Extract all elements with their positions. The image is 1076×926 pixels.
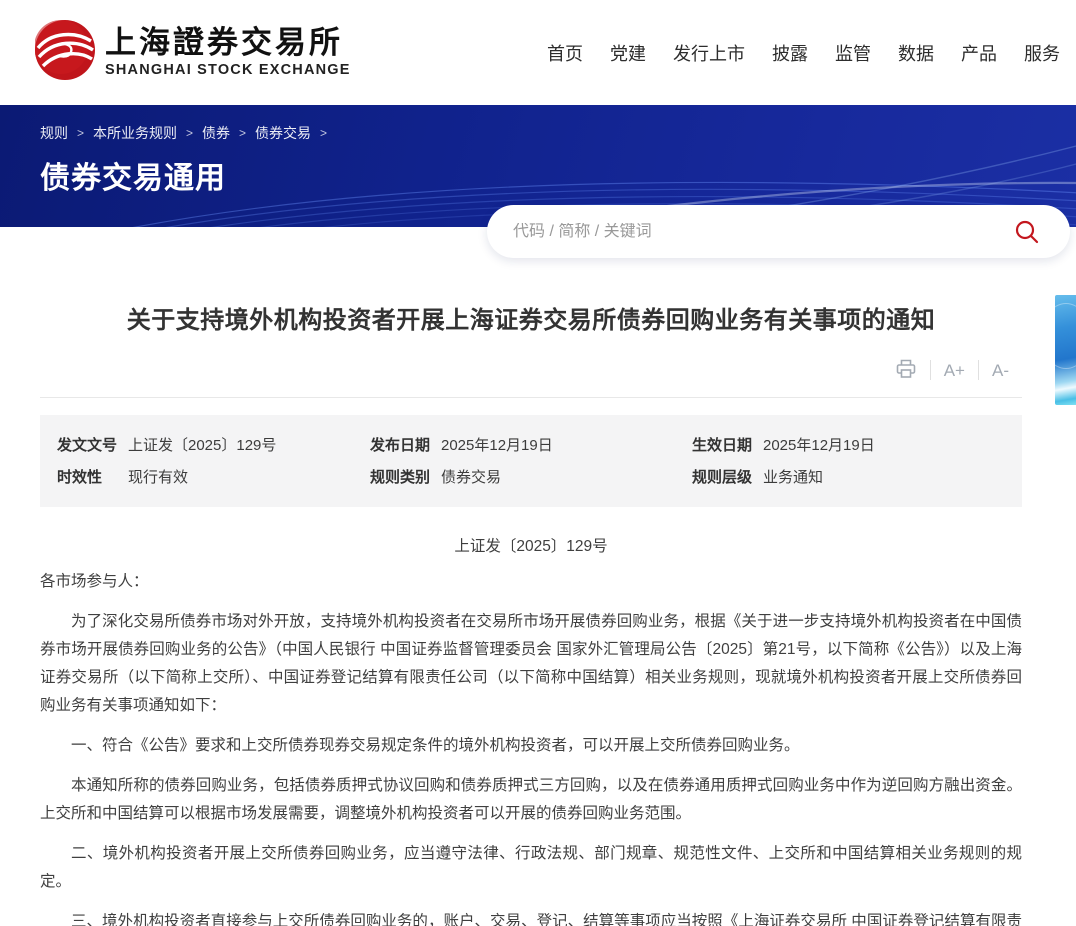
nav-item-products[interactable]: 产品 xyxy=(961,40,997,66)
search-bar xyxy=(487,205,1070,258)
breadcrumb-separator: > xyxy=(186,126,193,140)
meta-label: 时效性 xyxy=(57,466,128,487)
breadcrumb-item-bond-trading[interactable]: 债券交易 xyxy=(255,123,311,143)
site-header: 上海證券交易所 SHANGHAI STOCK EXCHANGE 首页 党建 发行… xyxy=(0,0,1076,105)
search-button[interactable] xyxy=(1010,215,1044,249)
meta-label: 规则层级 xyxy=(692,466,763,487)
meta-label: 发文文号 xyxy=(57,434,128,455)
meta-value: 业务通知 xyxy=(763,466,823,487)
article-body: 各市场参与人： 为了深化交易所债券市场对外开放，支持境外机构投资者在交易所市场开… xyxy=(40,568,1022,926)
paragraph-item-3: 三、境外机构投资者直接参与上交所债券回购业务的，账户、交易、登记、结算等事项应当… xyxy=(40,908,1022,926)
meta-effective-date: 生效日期 2025年12月19日 xyxy=(692,434,1022,455)
document-meta: 发文文号 上证发〔2025〕129号 发布日期 2025年12月19日 生效日期… xyxy=(40,415,1022,507)
font-increase-button[interactable]: A+ xyxy=(931,362,978,379)
breadcrumb-separator: > xyxy=(239,126,246,140)
meta-validity: 时效性 现行有效 xyxy=(57,466,370,487)
search-icon xyxy=(1014,233,1040,248)
meta-label: 生效日期 xyxy=(692,434,763,455)
side-floating-banner[interactable] xyxy=(1055,295,1076,405)
logo-title-cn: 上海證券交易所 xyxy=(105,28,351,59)
meta-label: 规则类别 xyxy=(370,466,441,487)
sse-logo[interactable]: 上海證券交易所 SHANGHAI STOCK EXCHANGE xyxy=(35,20,351,85)
meta-value: 上证发〔2025〕129号 xyxy=(128,434,276,455)
salutation: 各市场参与人： xyxy=(40,568,1022,596)
top-nav: 首页 党建 发行上市 披露 监管 数据 产品 服务 xyxy=(547,40,1060,66)
meta-value: 现行有效 xyxy=(128,466,188,487)
breadcrumb-item-rules[interactable]: 规则 xyxy=(40,123,68,143)
paragraph-item-2: 二、境外机构投资者开展上交所债券回购业务，应当遵守法律、行政法规、部门规章、规范… xyxy=(40,840,1022,896)
article-toolbar: A+ A- xyxy=(40,357,1022,383)
nav-item-listing[interactable]: 发行上市 xyxy=(673,40,745,66)
meta-rule-level: 规则层级 业务通知 xyxy=(692,466,1022,487)
paragraph-item-1-b: 本通知所称的债券回购业务，包括债券质押式协议回购和债券质押式三方回购，以及在债券… xyxy=(40,772,1022,828)
nav-item-services[interactable]: 服务 xyxy=(1024,40,1060,66)
page: 上海證券交易所 SHANGHAI STOCK EXCHANGE 首页 党建 发行… xyxy=(0,0,1076,926)
sse-logo-icon xyxy=(35,20,95,85)
nav-item-disclosure[interactable]: 披露 xyxy=(772,40,808,66)
title-divider xyxy=(40,397,1022,398)
meta-doc-number: 发文文号 上证发〔2025〕129号 xyxy=(57,434,370,455)
font-decrease-button[interactable]: A- xyxy=(979,362,1022,379)
page-title: 债券交易通用 xyxy=(40,153,1076,197)
breadcrumb-item-business-rules[interactable]: 本所业务规则 xyxy=(93,123,177,143)
breadcrumb: 规则 > 本所业务规则 > 债券 > 债券交易 > xyxy=(40,123,1076,143)
breadcrumb-separator: > xyxy=(320,126,327,140)
meta-value: 债券交易 xyxy=(441,466,501,487)
nav-item-data[interactable]: 数据 xyxy=(898,40,934,66)
print-button[interactable] xyxy=(882,359,930,382)
meta-rule-category: 规则类别 债券交易 xyxy=(370,466,692,487)
breadcrumb-item-bonds[interactable]: 债券 xyxy=(202,123,230,143)
paragraph-intro: 为了深化交易所债券市场对外开放，支持境外机构投资者在交易所市场开展债券回购业务，… xyxy=(40,608,1022,720)
meta-value: 2025年12月19日 xyxy=(763,434,875,455)
meta-publish-date: 发布日期 2025年12月19日 xyxy=(370,434,692,455)
meta-label: 发布日期 xyxy=(370,434,441,455)
nav-item-regulation[interactable]: 监管 xyxy=(835,40,871,66)
printer-icon xyxy=(895,359,917,382)
breadcrumb-separator: > xyxy=(77,126,84,140)
document-number-line: 上证发〔2025〕129号 xyxy=(40,534,1022,556)
nav-item-home[interactable]: 首页 xyxy=(547,40,583,66)
search-input[interactable] xyxy=(513,223,1010,241)
article: 关于支持境外机构投资者开展上海证券交易所债券回购业务有关事项的通知 A+ A- … xyxy=(40,227,1022,926)
logo-title-en: SHANGHAI STOCK EXCHANGE xyxy=(105,62,351,78)
meta-value: 2025年12月19日 xyxy=(441,434,553,455)
nav-item-party[interactable]: 党建 xyxy=(610,40,646,66)
paragraph-item-1: 一、符合《公告》要求和上交所债券现券交易规定条件的境外机构投资者，可以开展上交所… xyxy=(40,732,1022,760)
